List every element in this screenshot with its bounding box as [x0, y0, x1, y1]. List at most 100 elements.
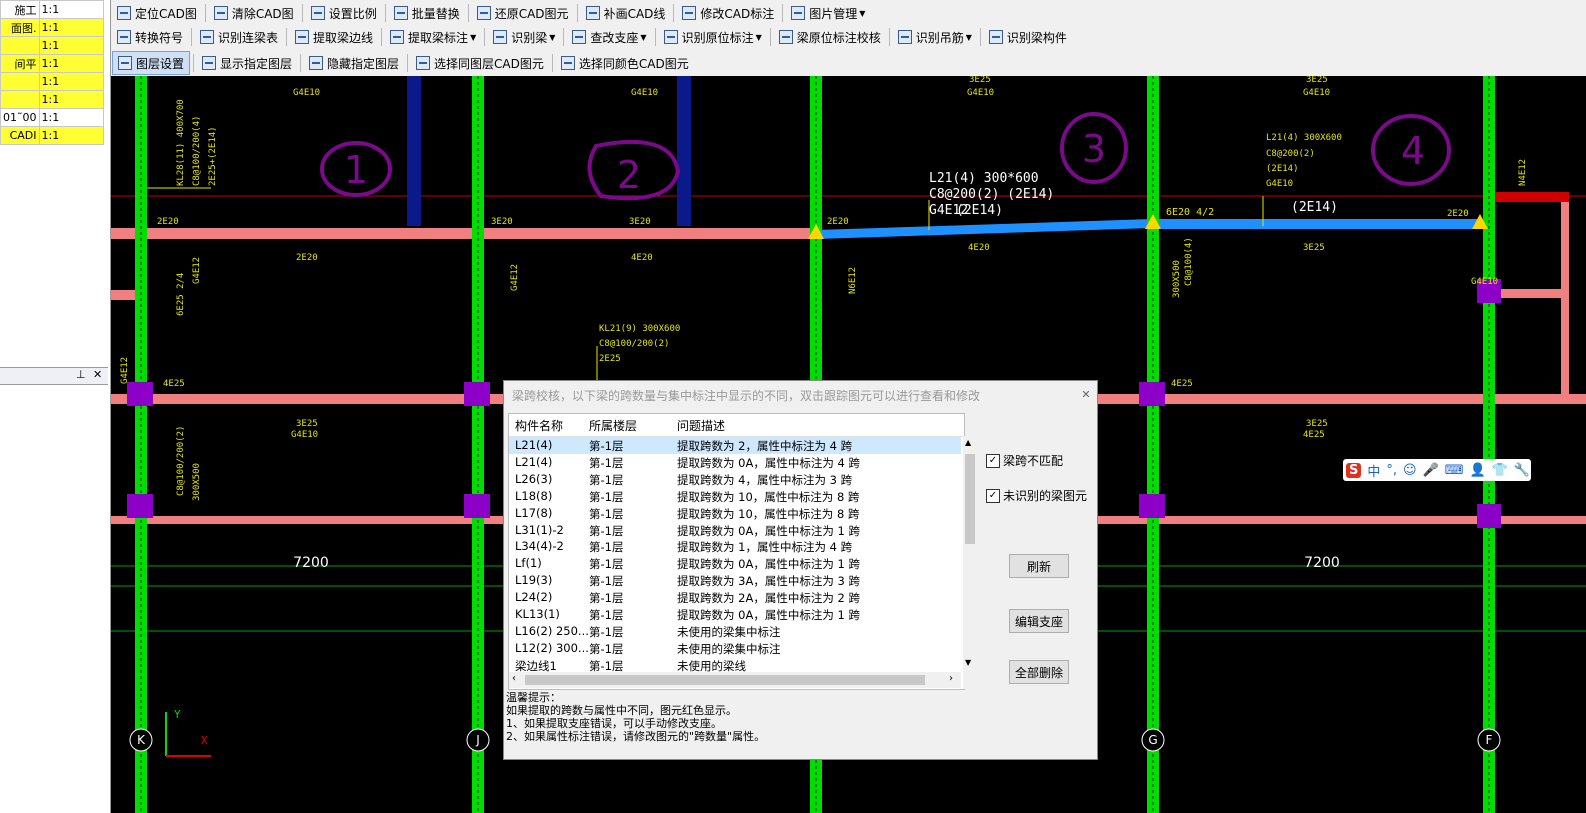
toolbar3-button-4[interactable]: 选择同颜色CAD图元	[556, 52, 694, 74]
dropdown-arrow-icon[interactable]: ▼	[549, 33, 555, 42]
toolbar2-button-9[interactable]: 识别梁构件	[984, 26, 1072, 48]
toolbar3-button-3[interactable]: 选择同图层CAD图元	[411, 52, 549, 74]
scroll-left-icon[interactable]: ‹	[512, 673, 516, 684]
layer-scale[interactable]: 1:1	[38, 36, 104, 55]
ime-user-icon[interactable]: 👤	[1470, 463, 1486, 478]
ime-voice-icon[interactable]: 🎤	[1423, 463, 1439, 478]
dropdown-arrow-icon[interactable]: ▼	[470, 33, 476, 42]
layer-row[interactable]: 面图. 1:1	[0, 18, 104, 37]
layer-row[interactable]: 1:1	[0, 36, 104, 55]
dropdown-arrow-icon[interactable]: ▼	[640, 33, 646, 42]
layer-name[interactable]	[0, 72, 40, 91]
layer-scale[interactable]: 1:1	[38, 108, 104, 127]
scroll-thumb[interactable]	[525, 675, 925, 685]
close-icon[interactable]: ✕	[93, 368, 102, 381]
span-mismatch-checkbox[interactable]: ✓ 梁跨不匹配	[986, 452, 1063, 469]
toolbar1-button-6[interactable]: 修改CAD标注	[677, 2, 779, 24]
toolbar2-button-1[interactable]: 识别连梁表	[195, 26, 283, 48]
toolbar2-button-4[interactable]: 识别梁 ▼	[488, 26, 560, 48]
layer-name[interactable]: 施工	[0, 0, 40, 19]
ime-toolbar[interactable]: S 中 °, ☺ 🎤 ⌨ 👤 👕 🔧	[1343, 459, 1531, 481]
issue-list[interactable]: 构件名称 所属楼层 问题描述 L21(4) 第-1层 提取跨数为 2，属性中标注为 …	[508, 413, 977, 690]
list-row[interactable]: KL13(1) 第-1层 提取跨数为 0A，属性中标注为 1 跨	[509, 606, 961, 623]
checkbox-icon[interactable]: ✓	[986, 453, 1000, 468]
layer-row[interactable]: 01˜00 1:1	[0, 108, 104, 127]
toolbar2-button-0[interactable]: 转换符号	[112, 26, 188, 48]
layer-name[interactable]: 间平	[0, 54, 40, 73]
edit-support-button[interactable]: 编辑支座	[1009, 609, 1069, 633]
dropdown-arrow-icon[interactable]: ▼	[756, 33, 762, 42]
layer-name[interactable]: 面图.	[0, 18, 40, 37]
layer-row[interactable]: 施工 1:1	[0, 0, 104, 19]
ime-keyboard-icon[interactable]: ⌨	[1445, 463, 1464, 478]
toolbar1-button-3[interactable]: 批量替换	[389, 2, 465, 24]
layer-row[interactable]: 1:1	[0, 72, 104, 91]
list-row[interactable]: L26(3) 第-1层 提取跨数为 4，属性中标注为 3 跨	[509, 471, 961, 488]
toolbar-separator	[407, 54, 409, 72]
tool-icon	[393, 6, 408, 20]
column-header[interactable]: 问题描述	[677, 417, 725, 434]
list-row[interactable]: L18(8) 第-1层 提取跨数为 10，属性中标注为 8 跨	[509, 488, 961, 505]
toolbar1-button-0[interactable]: 定位CAD图	[112, 2, 202, 24]
ime-emoji-icon[interactable]: ☺	[1403, 463, 1417, 478]
dropdown-arrow-icon[interactable]: ▼	[966, 33, 972, 42]
layer-row[interactable]: 间平 1:1	[0, 54, 104, 73]
pin-icon[interactable]: ⊥	[76, 368, 86, 381]
list-row[interactable]: L19(3) 第-1层 提取跨数为 3A，属性中标注为 3 跨	[509, 572, 961, 589]
layer-scale[interactable]: 1:1	[38, 54, 104, 73]
ime-punct-icon[interactable]: °,	[1386, 463, 1397, 478]
layer-row[interactable]: 1:1	[0, 90, 104, 109]
dropdown-arrow-icon[interactable]: ▼	[859, 9, 865, 18]
toolbar1-button-2[interactable]: 设置比例	[306, 2, 382, 24]
toolbar3-button-2[interactable]: 隐藏指定图层	[304, 52, 404, 74]
toolbar2-button-8[interactable]: 识别吊筋 ▼	[893, 26, 977, 48]
column-header[interactable]: 所属楼层	[589, 417, 637, 434]
ime-skin-icon[interactable]: 👕	[1492, 463, 1508, 478]
list-row[interactable]: L21(4) 第-1层 提取跨数为 2，属性中标注为 4 跨	[509, 437, 961, 454]
layer-scale[interactable]: 1:1	[38, 0, 104, 19]
delete-all-button[interactable]: 全部删除	[1009, 660, 1069, 684]
layer-scale[interactable]: 1:1	[38, 126, 104, 145]
list-row[interactable]: L24(2) 第-1层 提取跨数为 2A，属性中标注为 2 跨	[509, 589, 961, 606]
layer-name[interactable]	[0, 36, 40, 55]
checkbox-icon[interactable]: ✓	[986, 488, 1000, 503]
toolbar2-button-2[interactable]: 提取梁边线	[290, 26, 378, 48]
toolbar3-button-1[interactable]: 显示指定图层	[197, 52, 297, 74]
unrecognized-beam-checkbox[interactable]: ✓ 未识别的梁图元	[986, 487, 1087, 504]
ime-chinese-icon[interactable]: 中	[1367, 461, 1380, 480]
list-row[interactable]: L17(8) 第-1层 提取跨数为 10，属性中标注为 8 跨	[509, 505, 961, 522]
horizontal-scrollbar[interactable]: ‹ ›	[509, 672, 961, 688]
toolbar2-button-6[interactable]: 识别原位标注 ▼	[659, 26, 767, 48]
layer-scale[interactable]: 1:1	[38, 90, 104, 109]
layer-name[interactable]: CADI	[0, 126, 40, 145]
list-row[interactable]: L16(2) 250... 第-1层 未使用的梁集中标注	[509, 623, 961, 640]
tool-label: 梁原位标注校核	[796, 30, 881, 45]
toolbar2-button-3[interactable]: 提取梁标注 ▼	[385, 26, 481, 48]
toolbar2-button-5[interactable]: 查改支座 ▼	[567, 26, 651, 48]
scroll-thumb[interactable]	[965, 454, 975, 544]
layer-name[interactable]: 01˜00	[0, 108, 40, 127]
layer-name[interactable]	[0, 90, 40, 109]
column-header[interactable]: 构件名称	[515, 417, 563, 434]
toolbar2-button-7[interactable]: 梁原位标注校核	[774, 26, 886, 48]
toolbar1-button-7[interactable]: 图片管理 ▼	[786, 2, 870, 24]
scroll-down-icon[interactable]: ▼	[965, 658, 971, 667]
toolbar1-button-1[interactable]: 清除CAD图	[209, 2, 299, 24]
toolbar1-button-4[interactable]: 还原CAD图元	[472, 2, 574, 24]
layer-scale[interactable]: 1:1	[38, 18, 104, 37]
toolbar1-button-5[interactable]: 补画CAD线	[581, 2, 671, 24]
layer-scale[interactable]: 1:1	[38, 72, 104, 91]
list-row[interactable]: L12(2) 300... 第-1层 未使用的梁集中标注	[509, 640, 961, 657]
scroll-up-icon[interactable]: ▲	[965, 438, 971, 447]
toolbar3-button-0[interactable]: 图层设置	[112, 51, 191, 75]
ime-tools-icon[interactable]: 🔧	[1514, 463, 1530, 478]
list-row[interactable]: Lf(1) 第-1层 提取跨数为 0A，属性中标注为 1 跨	[509, 555, 961, 572]
scroll-right-icon[interactable]: ›	[949, 673, 953, 684]
list-row[interactable]: L34(4)-2 第-1层 提取跨数为 1，属性中标注为 4 跨	[509, 538, 961, 555]
vertical-scrollbar[interactable]: ▲ ▼	[963, 436, 977, 689]
close-icon[interactable]: ✕	[1078, 387, 1094, 403]
list-row[interactable]: L21(4) 第-1层 提取跨数为 0A，属性中标注为 4 跨	[509, 454, 961, 471]
layer-row[interactable]: CADI 1:1	[0, 126, 104, 145]
list-row[interactable]: L31(1)-2 第-1层 提取跨数为 0A，属性中标注为 1 跨	[509, 522, 961, 539]
refresh-button[interactable]: 刷新	[1009, 554, 1069, 578]
